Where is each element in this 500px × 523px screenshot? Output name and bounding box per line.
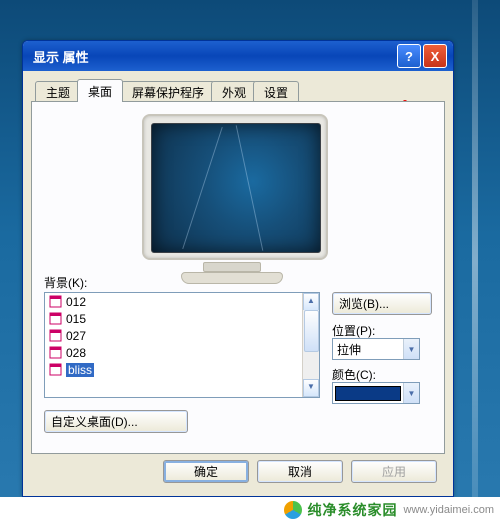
tab-theme[interactable]: 主题 bbox=[35, 81, 81, 102]
chevron-down-icon: ▼ bbox=[403, 383, 419, 403]
monitor-base bbox=[181, 272, 283, 284]
list-item[interactable]: bliss bbox=[45, 361, 319, 378]
image-file-icon bbox=[49, 329, 62, 342]
background-listbox[interactable]: 012 015 027 028 bliss ▲ ▼ bbox=[44, 292, 320, 398]
list-item-label: 027 bbox=[66, 329, 86, 343]
wallpaper-preview-monitor bbox=[142, 114, 322, 269]
dialog-button-bar: 确定 取消 应用 bbox=[23, 460, 453, 488]
monitor-stand bbox=[203, 262, 261, 272]
customize-button-label: 自定义桌面(D)... bbox=[51, 413, 138, 430]
brand-logo-icon bbox=[284, 501, 302, 519]
window-title: 显示 属性 bbox=[33, 47, 395, 66]
desktop-light-stripe bbox=[472, 0, 478, 523]
tab-appearance[interactable]: 外观 bbox=[211, 81, 257, 102]
tab-label: 设置 bbox=[264, 84, 288, 101]
scroll-thumb[interactable] bbox=[304, 310, 319, 352]
list-item-label: 015 bbox=[66, 312, 86, 326]
background-label: 背景(K): bbox=[44, 274, 87, 291]
list-item[interactable]: 012 bbox=[45, 293, 319, 310]
color-select[interactable]: ▼ bbox=[332, 382, 420, 404]
ok-label: 确定 bbox=[194, 463, 218, 480]
tab-label: 桌面 bbox=[88, 83, 112, 100]
list-item-label: bliss bbox=[66, 363, 94, 377]
dialog-body: 主题 桌面 屏幕保护程序 外观 设置 背景(K): 012 015 027 028 bl… bbox=[31, 79, 445, 454]
listbox-scrollbar[interactable]: ▲ ▼ bbox=[302, 293, 319, 397]
customize-desktop-button[interactable]: 自定义桌面(D)... bbox=[44, 410, 188, 433]
color-swatch bbox=[335, 386, 401, 401]
brand-name: 纯净系统家园 bbox=[308, 500, 398, 520]
watermark-footer: 纯净系统家园 www.yidaimei.com bbox=[0, 497, 500, 523]
brand-url: www.yidaimei.com bbox=[404, 504, 494, 516]
list-item-label: 028 bbox=[66, 346, 86, 360]
tab-screensaver[interactable]: 屏幕保护程序 bbox=[121, 81, 215, 102]
apply-label: 应用 bbox=[382, 463, 406, 480]
tab-panel-desktop: 背景(K): 012 015 027 028 bliss ▲ ▼ 浏览(B)... 位置… bbox=[31, 101, 445, 454]
scroll-down-button[interactable]: ▼ bbox=[303, 379, 319, 397]
image-file-icon bbox=[49, 312, 62, 325]
list-item[interactable]: 027 bbox=[45, 327, 319, 344]
tab-label: 主题 bbox=[46, 84, 70, 101]
tab-label: 外观 bbox=[222, 84, 246, 101]
help-button[interactable]: ? bbox=[397, 44, 421, 68]
browse-button[interactable]: 浏览(B)... bbox=[332, 292, 432, 315]
scroll-up-button[interactable]: ▲ bbox=[303, 293, 319, 311]
tab-label: 屏幕保护程序 bbox=[132, 84, 204, 101]
tab-desktop[interactable]: 桌面 bbox=[77, 79, 123, 102]
tabstrip: 主题 桌面 屏幕保护程序 外观 设置 bbox=[31, 79, 445, 101]
position-label: 位置(P): bbox=[332, 322, 375, 339]
close-button[interactable]: X bbox=[423, 44, 447, 68]
apply-button: 应用 bbox=[351, 460, 437, 483]
color-label: 颜色(C): bbox=[332, 366, 376, 383]
position-select[interactable]: 拉伸 ▼ bbox=[332, 338, 420, 360]
titlebar[interactable]: 显示 属性 ? X bbox=[23, 41, 453, 71]
image-file-icon bbox=[49, 346, 62, 359]
cancel-label: 取消 bbox=[288, 463, 312, 480]
help-icon: ? bbox=[405, 49, 413, 64]
cancel-button[interactable]: 取消 bbox=[257, 460, 343, 483]
monitor-screen bbox=[151, 123, 321, 253]
chevron-down-icon: ▼ bbox=[403, 339, 419, 359]
display-properties-dialog: 显示 属性 ? X 主题 桌面 屏幕保护程序 外观 设置 背景(K): 0120… bbox=[22, 40, 454, 497]
image-file-icon bbox=[49, 363, 62, 376]
ok-button[interactable]: 确定 bbox=[163, 460, 249, 483]
list-item[interactable]: 028 bbox=[45, 344, 319, 361]
monitor-case bbox=[142, 114, 328, 260]
tab-settings[interactable]: 设置 bbox=[253, 81, 299, 102]
image-file-icon bbox=[49, 295, 62, 308]
list-item-label: 012 bbox=[66, 295, 86, 309]
close-icon: X bbox=[431, 49, 440, 64]
scroll-track[interactable] bbox=[303, 310, 319, 380]
browse-button-label: 浏览(B)... bbox=[339, 295, 389, 312]
list-item[interactable]: 015 bbox=[45, 310, 319, 327]
position-value: 拉伸 bbox=[333, 341, 403, 358]
